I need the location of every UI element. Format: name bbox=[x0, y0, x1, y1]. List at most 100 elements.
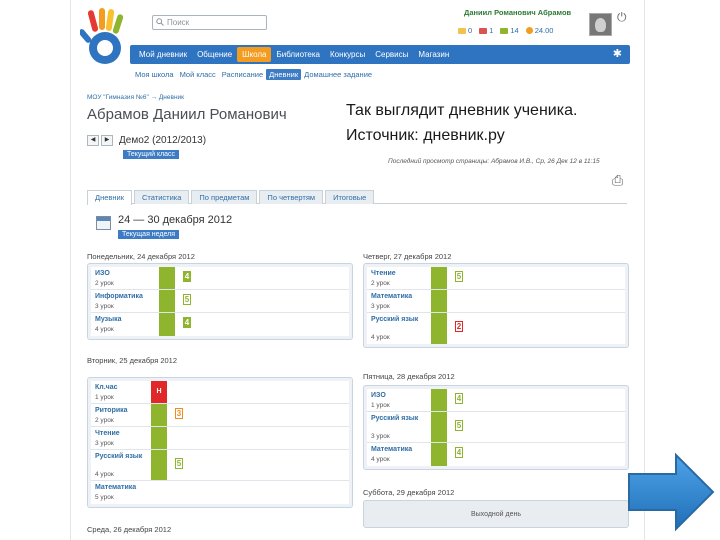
lesson-row[interactable]: Математика 5 урок bbox=[91, 481, 349, 504]
search-icon bbox=[156, 18, 164, 28]
subnav-homework[interactable]: Домашнее задание bbox=[301, 69, 375, 80]
subnav-my-school[interactable]: Моя школа bbox=[132, 69, 177, 80]
lesson-row[interactable]: Кл.час 1 урок Н bbox=[91, 381, 349, 404]
lesson-row[interactable]: Музыка 4 урок 4 bbox=[91, 313, 349, 336]
grade-badge[interactable]: 5 bbox=[455, 271, 463, 282]
diary-tabs: Дневник Статистика По предметам По четве… bbox=[87, 190, 627, 205]
lesson-row[interactable]: Риторика 2 урок 3 bbox=[91, 404, 349, 427]
logout-power-icon[interactable]: ⏻ bbox=[617, 10, 627, 25]
lesson-number: 3 урок bbox=[371, 303, 390, 310]
events-icon bbox=[500, 27, 509, 34]
grade-badge[interactable]: 4 bbox=[183, 317, 191, 328]
lesson-subject: Чтение bbox=[95, 430, 120, 437]
nav-library[interactable]: Библиотека bbox=[271, 47, 325, 62]
caption-line-1: Так выглядит дневник ученика. bbox=[346, 102, 578, 119]
day-box-thursday: Чтение 2 урок 5 Математика 3 урок Русски… bbox=[363, 263, 629, 348]
lesson-row[interactable]: Чтение 2 урок 5 bbox=[367, 267, 625, 290]
current-week-button[interactable]: Текущая неделя bbox=[118, 230, 180, 239]
messages-counter[interactable]: 0 bbox=[458, 26, 472, 35]
main-nav: Мой дневник Общение Школа Библиотека Кон… bbox=[130, 45, 630, 64]
day-title-wednesday: Среда, 26 декабря 2012 bbox=[87, 525, 172, 534]
nav-school[interactable]: Школа bbox=[237, 47, 272, 62]
dnevnik-logo[interactable] bbox=[80, 8, 130, 68]
lesson-row[interactable]: ИЗО 2 урок 4 bbox=[91, 267, 349, 290]
balance-counter[interactable]: 24.00 bbox=[525, 26, 554, 35]
lesson-row[interactable]: Математика 4 урок 4 bbox=[367, 443, 625, 466]
tab-diary[interactable]: Дневник bbox=[87, 190, 132, 205]
last-view-info: Последний просмотр страницы: Абрамов И.В… bbox=[388, 158, 600, 165]
grade-badge[interactable]: 4 bbox=[455, 393, 463, 404]
tab-by-subject[interactable]: По предметам bbox=[191, 190, 258, 204]
sub-nav: Моя школа Мой класс Расписание Дневник Д… bbox=[132, 69, 375, 80]
attendance-bar bbox=[151, 427, 167, 449]
holiday-box: Выходной день bbox=[363, 500, 629, 528]
grade-badge[interactable]: 5 bbox=[455, 420, 463, 431]
next-slide-arrow-icon[interactable] bbox=[626, 452, 716, 532]
caption-line-2: Источник: дневник.ру bbox=[346, 127, 505, 144]
grade-badge[interactable]: 5 bbox=[183, 294, 191, 305]
events-counter[interactable]: 14 bbox=[500, 26, 519, 35]
grade-badge[interactable]: 4 bbox=[183, 271, 191, 282]
absence-mark[interactable]: Н bbox=[151, 381, 167, 403]
lesson-row[interactable]: Математика 3 урок bbox=[367, 290, 625, 313]
breadcrumb[interactable]: МОУ "Гимназия №6" → Дневник bbox=[87, 94, 184, 101]
alerts-count: 1 bbox=[489, 26, 494, 35]
attendance-bar bbox=[151, 450, 167, 480]
day-box-tuesday: Кл.час 1 урок Н Риторика 2 урок 3 Чтение… bbox=[87, 377, 353, 508]
alerts-counter[interactable]: 1 bbox=[479, 26, 493, 35]
user-name[interactable]: Даниил Романович Абрамов bbox=[464, 8, 571, 17]
nav-my-diary[interactable]: Мой дневник bbox=[134, 47, 192, 62]
lesson-subject: Математика bbox=[371, 293, 413, 300]
nav-services[interactable]: Сервисы bbox=[370, 47, 413, 62]
avatar[interactable] bbox=[589, 13, 612, 36]
lesson-row[interactable]: Чтение 3 урок bbox=[91, 427, 349, 450]
lesson-subject: Риторика bbox=[95, 407, 128, 414]
gear-icon[interactable]: ✱ bbox=[613, 47, 622, 60]
lesson-number: 2 урок bbox=[95, 417, 114, 424]
next-arrow-icon[interactable]: ▶ bbox=[101, 135, 113, 146]
lesson-row[interactable]: ИЗО 1 урок 4 bbox=[367, 389, 625, 412]
prev-arrow-icon[interactable]: ◀ bbox=[87, 135, 99, 146]
grade-badge[interactable]: 4 bbox=[455, 447, 463, 458]
attendance-bar bbox=[159, 267, 175, 289]
subnav-my-class[interactable]: Мой класс bbox=[177, 69, 219, 80]
alert-icon bbox=[479, 27, 488, 34]
nav-contests[interactable]: Конкурсы bbox=[325, 47, 370, 62]
calendar-icon bbox=[96, 216, 111, 230]
search-placeholder: Поиск bbox=[167, 18, 190, 27]
tab-by-quarter[interactable]: По четвертям bbox=[259, 190, 324, 204]
attendance-bar bbox=[431, 313, 447, 344]
slide-caption: Так выглядит дневник ученика. Источник: … bbox=[346, 98, 577, 148]
attendance-bar bbox=[159, 313, 175, 336]
balance-value: 24.00 bbox=[534, 26, 554, 35]
lesson-number: 4 урок bbox=[95, 471, 114, 478]
lesson-number: 4 урок bbox=[371, 456, 390, 463]
day-title-monday: Понедельник, 24 декабря 2012 bbox=[87, 252, 195, 261]
tab-statistics[interactable]: Статистика bbox=[134, 190, 190, 204]
grade-badge[interactable]: 2 bbox=[455, 321, 463, 332]
grade-badge[interactable]: 3 bbox=[175, 408, 183, 419]
lesson-subject: Кл.час bbox=[95, 384, 118, 391]
lesson-subject: Русский язык bbox=[95, 453, 143, 460]
nav-communication[interactable]: Общение bbox=[192, 47, 237, 62]
search-input[interactable]: Поиск bbox=[152, 15, 267, 30]
tab-final[interactable]: Итоговые bbox=[325, 190, 375, 204]
attendance-bar bbox=[159, 290, 175, 312]
day-title-thursday: Четверг, 27 декабря 2012 bbox=[363, 252, 452, 261]
lesson-subject: ИЗО bbox=[371, 392, 386, 399]
subnav-schedule[interactable]: Расписание bbox=[219, 69, 266, 80]
lesson-subject: Русский язык bbox=[371, 415, 419, 422]
events-count: 14 bbox=[510, 26, 519, 35]
lesson-row[interactable]: Русский язык 4 урок 5 bbox=[91, 450, 349, 481]
subnav-diary[interactable]: Дневник bbox=[266, 69, 302, 80]
lesson-row[interactable]: Русский язык 3 урок 5 bbox=[367, 412, 625, 443]
lesson-subject: Музыка bbox=[95, 316, 122, 323]
diary-name: Демо2 (2012/2013) bbox=[119, 135, 207, 146]
current-class-button[interactable]: Текущий класс bbox=[123, 150, 180, 159]
lesson-number: 4 урок bbox=[95, 326, 114, 333]
lesson-row[interactable]: Русский язык 4 урок 2 bbox=[367, 313, 625, 344]
print-icon[interactable]: ⎙ bbox=[612, 172, 623, 189]
nav-shop[interactable]: Магазин bbox=[413, 47, 454, 62]
grade-badge[interactable]: 5 bbox=[175, 458, 183, 469]
lesson-row[interactable]: Информатика 3 урок 5 bbox=[91, 290, 349, 313]
